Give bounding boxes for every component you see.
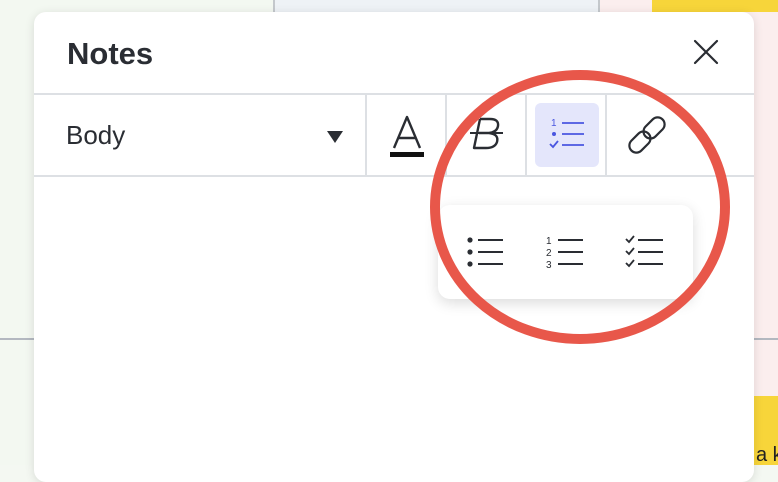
notes-panel: Notes Body 1 1 2 3 (34, 12, 754, 482)
text-style-dropdown[interactable]: Body (34, 95, 365, 175)
list-number: 2 (546, 248, 552, 259)
link-button[interactable] (615, 103, 679, 167)
text-style-value: Body (66, 120, 126, 150)
sticky-note[interactable] (652, 0, 778, 12)
checklist-icon (625, 235, 663, 268)
svg-text:1: 1 (551, 118, 557, 129)
panel-header: Notes (34, 12, 754, 92)
sticky-note-text: a k (756, 444, 778, 465)
canvas-divider (598, 0, 600, 12)
link-icon (628, 116, 666, 154)
numbered-list-option[interactable]: 1 2 3 (533, 220, 597, 284)
list-icon: 1 (549, 118, 584, 149)
toolbar-divider (605, 95, 607, 175)
numbered-list-icon: 1 2 3 (546, 236, 583, 271)
formatting-toolbar: Body 1 (34, 93, 754, 177)
sticky-note[interactable]: a k (752, 396, 778, 465)
close-icon (693, 39, 719, 65)
strikethrough-icon (470, 117, 503, 150)
toolbar-divider (365, 95, 367, 175)
text-color-icon (390, 115, 424, 157)
toolbar-divider (525, 95, 527, 175)
bulleted-list-icon (467, 237, 503, 267)
canvas-divider (273, 0, 275, 12)
bulleted-list-option[interactable] (453, 220, 517, 284)
caret-down-icon (327, 131, 343, 143)
list-button[interactable]: 1 (535, 103, 599, 167)
list-number: 1 (546, 236, 552, 247)
toolbar-divider (445, 95, 447, 175)
list-number: 3 (546, 260, 552, 271)
checklist-option[interactable] (613, 220, 677, 284)
close-button[interactable] (690, 36, 722, 68)
text-color-button[interactable] (375, 103, 439, 167)
list-type-menu: 1 2 3 (438, 205, 693, 299)
strikethrough-button[interactable] (455, 103, 519, 167)
panel-title: Notes (67, 36, 154, 71)
